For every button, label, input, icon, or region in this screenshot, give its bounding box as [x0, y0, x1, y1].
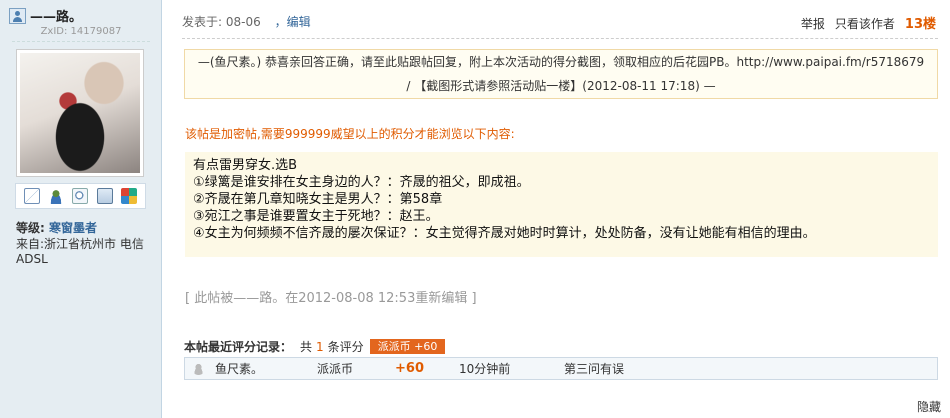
rating-time: 10分钟前 [459, 362, 511, 376]
author-level: 等级: 寒窗墨者 [16, 219, 97, 236]
content-line: ④女主为何频频不信齐晟的屡次保证？：女主觉得齐晟对她时时算计，处处防备，没有让她… [193, 226, 816, 241]
profile-card-icon[interactable] [96, 188, 113, 204]
post-meta: 发表于: 08-06 ，编辑 [182, 13, 311, 30]
rating-reason: 第三问有误 [564, 362, 625, 376]
apps-icon[interactable] [120, 188, 137, 204]
rating-summary: 本帖最近评分记录： 共 1 条评分 派派币 +60 [184, 338, 446, 355]
notice-line: / 【截图形式请参照活动贴一楼】(2012-08-11 17:18) — [406, 79, 716, 93]
message-icon[interactable] [24, 188, 41, 204]
author-location: 来自:浙江省杭州市 电信ADSL [16, 237, 144, 266]
rating-count-suffix: 条评分 [327, 340, 364, 354]
rating-count: 1 [316, 339, 324, 354]
post-content: 有点雷男穿女.选B ①绿篱是谁安排在女主身边的人？：齐晟的祖父，即成祖。 ②齐晟… [185, 152, 938, 257]
content-line: ②齐晟在第几章知晓女主是男人？：第58章 [193, 192, 443, 207]
post-body: 发表于: 08-06 ，编辑 举报 只看该作者 13楼 —(鱼尺素。) 恭喜亲回… [163, 0, 950, 418]
author-name[interactable]: ——路。 [30, 6, 82, 25]
user-icon [9, 7, 26, 24]
level-link[interactable]: 寒窗墨者 [49, 221, 97, 235]
add-friend-icon[interactable] [48, 188, 65, 204]
rating-badge: 派派币 +60 [369, 339, 446, 354]
post-actions: 举报 只看该作者 13楼 [801, 13, 936, 32]
divider [12, 41, 150, 42]
content-line: ③宛江之事是谁要置女主于死地？：赵王。 [193, 209, 439, 224]
content-line: ①绿篱是谁安排在女主身边的人？：齐晟的祖父，即成祖。 [193, 175, 530, 190]
author-uid: ZxID: 14179087 [40, 26, 122, 37]
rating-count-prefix: 共 [300, 340, 313, 354]
content-line: 有点雷男穿女.选B [193, 158, 298, 173]
author-panel: ——路。 ZxID: 14179087 等级: 寒窗墨者 来自:浙江省杭州市 电… [0, 0, 162, 418]
rating-title: 本帖最近评分记录： [184, 340, 293, 354]
avatar[interactable] [16, 49, 144, 177]
search-posts-icon[interactable] [72, 188, 89, 204]
rater-name[interactable]: 鱼尺素。 [215, 360, 263, 377]
author-name-row: ——路。 [9, 6, 82, 25]
floor-number[interactable]: 13楼 [905, 13, 936, 32]
user-avatar-icon [192, 362, 205, 375]
rating-currency: 派派币 [317, 362, 354, 376]
edit-link[interactable]: ，编辑 [275, 15, 311, 29]
level-label: 等级: [16, 221, 45, 235]
only-author-link[interactable]: 只看该作者 [835, 15, 895, 32]
report-link[interactable]: 举报 [801, 15, 825, 32]
rating-row: 鱼尺素。 派派币 +60 10分钟前 第三问有误 [184, 357, 938, 380]
notice-line: —(鱼尺素。) 恭喜亲回答正确，请至此贴跟帖回复，附上本次活动的得分截图，领取相… [197, 55, 925, 69]
edit-history-note: [ 此帖被——路。在2012-08-08 12:53重新编辑 ] [185, 291, 477, 306]
author-action-bar [15, 183, 146, 209]
divider [182, 38, 938, 39]
rating-amount: +60 [395, 361, 424, 376]
post-date: 发表于: 08-06 [182, 15, 261, 29]
moderator-notice: —(鱼尺素。) 恭喜亲回答正确，请至此贴跟帖回复，附上本次活动的得分截图，领取相… [184, 49, 938, 99]
encrypted-post-note: 该帖是加密帖,需要999999威望以上的积分才能浏览以下内容: [185, 127, 515, 141]
hide-rating-link[interactable]: 隐藏 [917, 398, 941, 415]
